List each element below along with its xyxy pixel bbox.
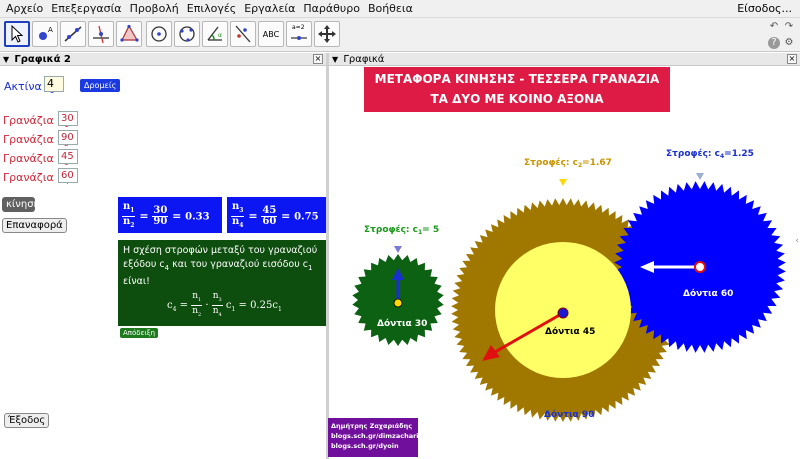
menu-tools[interactable]: Εργαλεία <box>241 2 298 15</box>
motion-button[interactable]: κίνηση <box>2 197 40 212</box>
ratio-n1-n2-formula: n1 n2 = 30 90 = 0.33 <box>118 197 222 233</box>
gear-n3-input[interactable]: 45 <box>58 149 78 164</box>
relation-formula: c4 = n1 n2 · n3 n4 c1 = 0.25c1 <box>167 290 282 318</box>
author-credit: Δημήτρης Ζαχαριάδης blogs.sch.gr/dimzach… <box>328 418 419 457</box>
text-tool-button[interactable]: ABC <box>258 21 284 47</box>
perpendicular-line-icon <box>93 25 109 44</box>
undo-icon[interactable]: ↶ <box>768 21 780 33</box>
rotations-c1-label: Στροφές: c1= 5 <box>364 224 439 236</box>
rotations-c2-label: Στροφές: c2=1.67 <box>524 157 612 169</box>
gear60-marker <box>696 173 704 180</box>
relation-line-2: εξόδου c4 και του γραναζιού εισόδου c1 <box>123 259 313 272</box>
move-view-tool-button[interactable] <box>314 21 340 47</box>
menu-options[interactable]: Επιλογές <box>184 2 239 15</box>
graphics-header: ▼ Γραφικά × <box>329 53 800 66</box>
signin-link[interactable]: Είσοδος... <box>737 2 792 15</box>
paths-button[interactable]: Δρομείς <box>80 79 121 92</box>
svg-text:A: A <box>48 26 53 34</box>
angle-icon: α <box>207 26 222 41</box>
polygon-tool-button[interactable] <box>116 21 142 47</box>
svg-text:α: α <box>218 32 222 39</box>
gears-canvas[interactable]: Στροφές: c1= 5 Στροφές: c2=1.67 Στροφές:… <box>329 66 800 459</box>
gear45-center[interactable] <box>557 307 569 319</box>
circle-three-points-tool-button[interactable] <box>174 21 200 47</box>
cursor-arrow-icon <box>11 24 24 43</box>
reset-button[interactable]: Επαναφορά <box>2 218 67 233</box>
help-icon[interactable]: ? <box>768 37 780 49</box>
reflect-tool-button[interactable] <box>230 21 256 47</box>
gear-n2-input[interactable]: 90 <box>58 130 78 145</box>
circle-center-icon <box>151 26 167 42</box>
slider-tool-label: a=2 <box>292 24 305 31</box>
circle-points-icon <box>179 26 195 42</box>
polygon-icon <box>120 24 139 42</box>
menu-view[interactable]: Προβολή <box>127 2 182 15</box>
expand-panel-icon[interactable]: ‹ <box>795 236 799 246</box>
move-tool-button[interactable] <box>4 21 30 47</box>
menu-help[interactable]: Βοήθεια <box>365 2 416 15</box>
rotation-relation-box: Η σχέση στροφών μεταξύ του γραναζιού εξό… <box>118 240 326 326</box>
credit-name: Δημήτρης Ζαχαριάδης <box>331 422 413 430</box>
gear60-center[interactable] <box>694 261 706 273</box>
collapse-triangle-icon[interactable]: ▼ <box>332 55 338 64</box>
gear30-center[interactable] <box>393 298 403 308</box>
menu-file[interactable]: Αρχείο <box>3 2 46 15</box>
menubar: Αρχείο Επεξεργασία Προβολή Επιλογές Εργα… <box>0 0 800 18</box>
menu-edit[interactable]: Επεξεργασία <box>48 2 124 15</box>
perpendicular-tool-button[interactable] <box>88 21 114 47</box>
collapse-triangle-icon[interactable]: ▼ <box>3 55 9 64</box>
graphics-title: Γραφικά <box>343 54 385 65</box>
radius-input[interactable]: 4 <box>44 76 64 92</box>
gear90-marker <box>559 179 567 186</box>
gear30-marker <box>394 246 402 253</box>
relation-line-1: Η σχέση στροφών μεταξύ του γραναζιού <box>123 245 318 256</box>
line-tool-button[interactable] <box>60 21 86 47</box>
credit-url-1[interactable]: blogs.sch.gr/dimzachari <box>331 431 419 441</box>
teeth-30-label: Δόντια 30 <box>377 318 427 329</box>
move-graphics-icon <box>318 25 336 43</box>
angle-tool-button[interactable]: α <box>202 21 228 47</box>
toolbar: A α ABC a=2 ↶ ↷ ? ⚙ <box>0 18 800 52</box>
text-tool-label: ABC <box>262 29 280 39</box>
credit-url-2[interactable]: blogs.sch.gr/dyoin <box>331 441 415 451</box>
exit-button[interactable]: Έξοδος <box>4 413 50 428</box>
point-icon: A <box>39 26 53 40</box>
close-graphics-icon[interactable]: × <box>787 54 797 64</box>
gear-n4-input[interactable]: 60 <box>58 168 78 183</box>
settings-gear-icon[interactable]: ⚙ <box>783 37 795 49</box>
redo-icon[interactable]: ↷ <box>783 21 795 33</box>
menu-window[interactable]: Παράθυρο <box>300 2 363 15</box>
teeth-45-label: Δόντια 45 <box>545 326 595 337</box>
slider-tool-button[interactable]: a=2 <box>286 21 312 47</box>
relation-line-3: είναι! <box>123 275 150 287</box>
graphics2-title: Γραφικά 2 <box>14 54 71 65</box>
reflect-line-icon <box>235 25 251 43</box>
close-graphics2-icon[interactable]: × <box>313 54 323 64</box>
gear-n1-input[interactable]: 30 <box>58 111 78 126</box>
rotations-c4-label: Στροφές: c4=1.25 <box>666 148 754 160</box>
teeth-60-label: Δόντια 60 <box>683 288 733 299</box>
proof-button[interactable]: Απόδειξη <box>120 328 159 338</box>
line-icon <box>64 26 82 42</box>
ratio-n3-n4-formula: n3 n4 = 45 60 = 0.75 <box>227 197 326 233</box>
point-tool-button[interactable]: A <box>32 21 58 47</box>
geogebra-window: { "menu": ["Αρχείο", "Επεξεργασία", "Προ… <box>0 0 800 459</box>
circle-tool-button[interactable] <box>146 21 172 47</box>
teeth-90-label: Δόντια 90 <box>544 409 594 420</box>
graphics2-header: ▼ Γραφικά 2 × <box>0 53 326 66</box>
